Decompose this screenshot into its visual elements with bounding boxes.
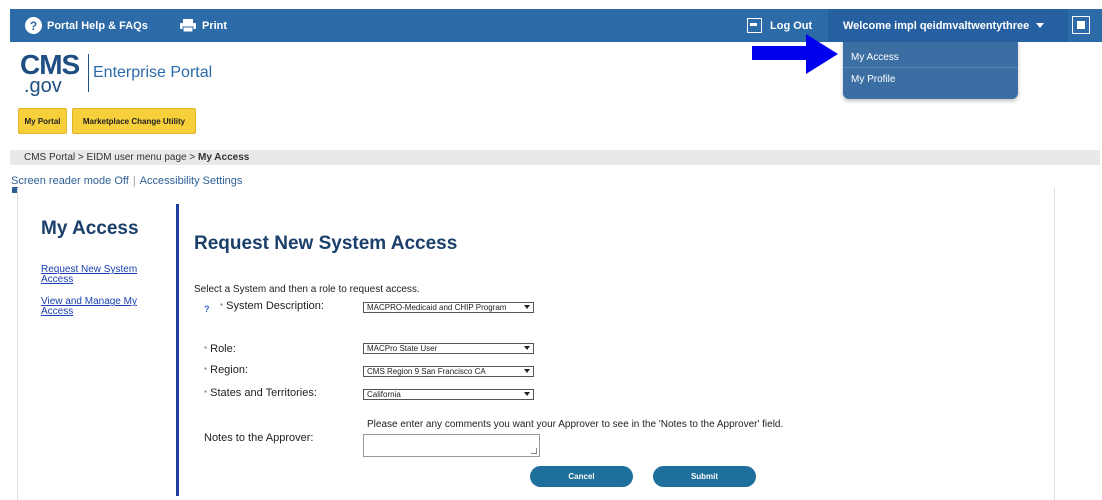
sidebar-link-request-access[interactable]: Request New System Access bbox=[41, 265, 151, 285]
breadcrumb-current: My Access bbox=[198, 152, 250, 163]
resize-grip-icon[interactable] bbox=[531, 448, 537, 454]
logout-label: Log Out bbox=[770, 19, 813, 32]
logout-link[interactable]: Log Out bbox=[747, 9, 812, 42]
required-asterisk: * bbox=[204, 389, 208, 398]
page-title: Request New System Access bbox=[194, 233, 458, 254]
role-label-text: Role: bbox=[210, 343, 236, 355]
accessibility-bar: Screen reader mode Off | Accessibility Set… bbox=[11, 175, 242, 187]
logo-gov-text: .gov bbox=[24, 75, 62, 97]
print-link[interactable]: Print bbox=[180, 9, 227, 42]
region-label: * Region: bbox=[204, 364, 248, 376]
breadcrumb-cms-portal[interactable]: CMS Portal bbox=[24, 152, 75, 163]
sidebar-link-manage-access[interactable]: View and Manage My Access bbox=[41, 297, 151, 317]
region-label-text: Region: bbox=[210, 364, 249, 376]
system-description-select[interactable]: MACPRO-Medicaid and CHIP Program bbox=[363, 302, 534, 313]
chevron-down-icon bbox=[524, 392, 530, 396]
form-intro: Select a System and then a role to reque… bbox=[194, 284, 420, 295]
states-territories-value: California bbox=[367, 390, 401, 399]
accessibility-settings-link[interactable]: Accessibility Settings bbox=[140, 175, 243, 187]
expand-button[interactable] bbox=[1072, 16, 1090, 34]
menu-item-my-profile[interactable]: My Profile bbox=[851, 74, 895, 85]
region-select[interactable]: CMS Region 9 San Francisco CA bbox=[363, 366, 534, 377]
logout-icon bbox=[747, 18, 762, 33]
logo-divider bbox=[88, 54, 89, 92]
notes-textarea[interactable] bbox=[363, 434, 540, 457]
screen-reader-toggle[interactable]: Screen reader mode Off bbox=[11, 175, 129, 187]
chevron-down-icon bbox=[524, 305, 530, 309]
breadcrumb-separator: > bbox=[186, 152, 198, 163]
breadcrumb-separator: > bbox=[75, 152, 87, 163]
breadcrumb: CMS Portal > EIDM user menu page > My Ac… bbox=[10, 150, 1100, 165]
sidebar-title: My Access bbox=[41, 218, 139, 239]
annotation-arrow-icon bbox=[806, 34, 838, 74]
breadcrumb-eidm-menu[interactable]: EIDM user menu page bbox=[87, 152, 187, 163]
print-label: Print bbox=[202, 19, 228, 32]
user-dropdown-menu: My Access My Profile bbox=[843, 42, 1018, 99]
states-territories-label: * States and Territories: bbox=[204, 387, 317, 399]
vertical-divider bbox=[176, 204, 179, 496]
submit-button[interactable]: Submit bbox=[653, 466, 756, 487]
notes-hint: Please enter any comments you want your … bbox=[367, 419, 784, 430]
logo-portal-text: Enterprise Portal bbox=[93, 64, 213, 81]
accessibility-separator: | bbox=[132, 175, 136, 187]
required-asterisk: * bbox=[220, 302, 224, 311]
menu-divider bbox=[843, 67, 1018, 68]
notes-label: Notes to the Approver: bbox=[204, 432, 314, 444]
cancel-button[interactable]: Cancel bbox=[530, 466, 633, 487]
annotation-arrow-shaft bbox=[752, 46, 808, 60]
role-value: MACPro State User bbox=[367, 344, 438, 353]
question-icon: ? bbox=[25, 17, 42, 34]
tab-my-portal[interactable]: My Portal bbox=[18, 108, 67, 134]
region-value: CMS Region 9 San Francisco CA bbox=[367, 367, 486, 376]
menu-item-my-access[interactable]: My Access bbox=[851, 52, 899, 63]
states-territories-label-text: States and Territories: bbox=[210, 387, 317, 399]
chevron-down-icon bbox=[524, 346, 530, 350]
help-link[interactable]: ? Portal Help & FAQs bbox=[25, 9, 148, 42]
help-question-icon[interactable]: ? bbox=[204, 304, 210, 314]
expand-icon bbox=[1077, 21, 1085, 29]
system-description-label: * System Description: bbox=[220, 300, 324, 312]
top-bar: ? Portal Help & FAQs Print Log Out Welco… bbox=[10, 9, 1102, 42]
role-select[interactable]: MACPro State User bbox=[363, 343, 534, 354]
welcome-label: Welcome impl qeidmvaltwentythree bbox=[843, 19, 1030, 32]
printer-icon bbox=[180, 19, 196, 32]
help-label: Portal Help & FAQs bbox=[47, 19, 148, 32]
system-description-label-text: System Description: bbox=[226, 300, 324, 312]
states-territories-select[interactable]: California bbox=[363, 389, 534, 400]
user-menu-toggle[interactable]: Welcome impl qeidmvaltwentythree bbox=[828, 9, 1068, 42]
system-description-value: MACPRO-Medicaid and CHIP Program bbox=[367, 303, 507, 312]
chevron-down-icon bbox=[1036, 23, 1045, 28]
tab-marketplace-change-utility[interactable]: Marketplace Change Utility bbox=[72, 108, 196, 134]
required-asterisk: * bbox=[204, 345, 208, 354]
role-label: * Role: bbox=[204, 343, 236, 355]
required-asterisk: * bbox=[204, 366, 208, 375]
cms-logo[interactable]: CMS .gov Enterprise Portal bbox=[20, 51, 212, 97]
chevron-down-icon bbox=[524, 369, 530, 373]
